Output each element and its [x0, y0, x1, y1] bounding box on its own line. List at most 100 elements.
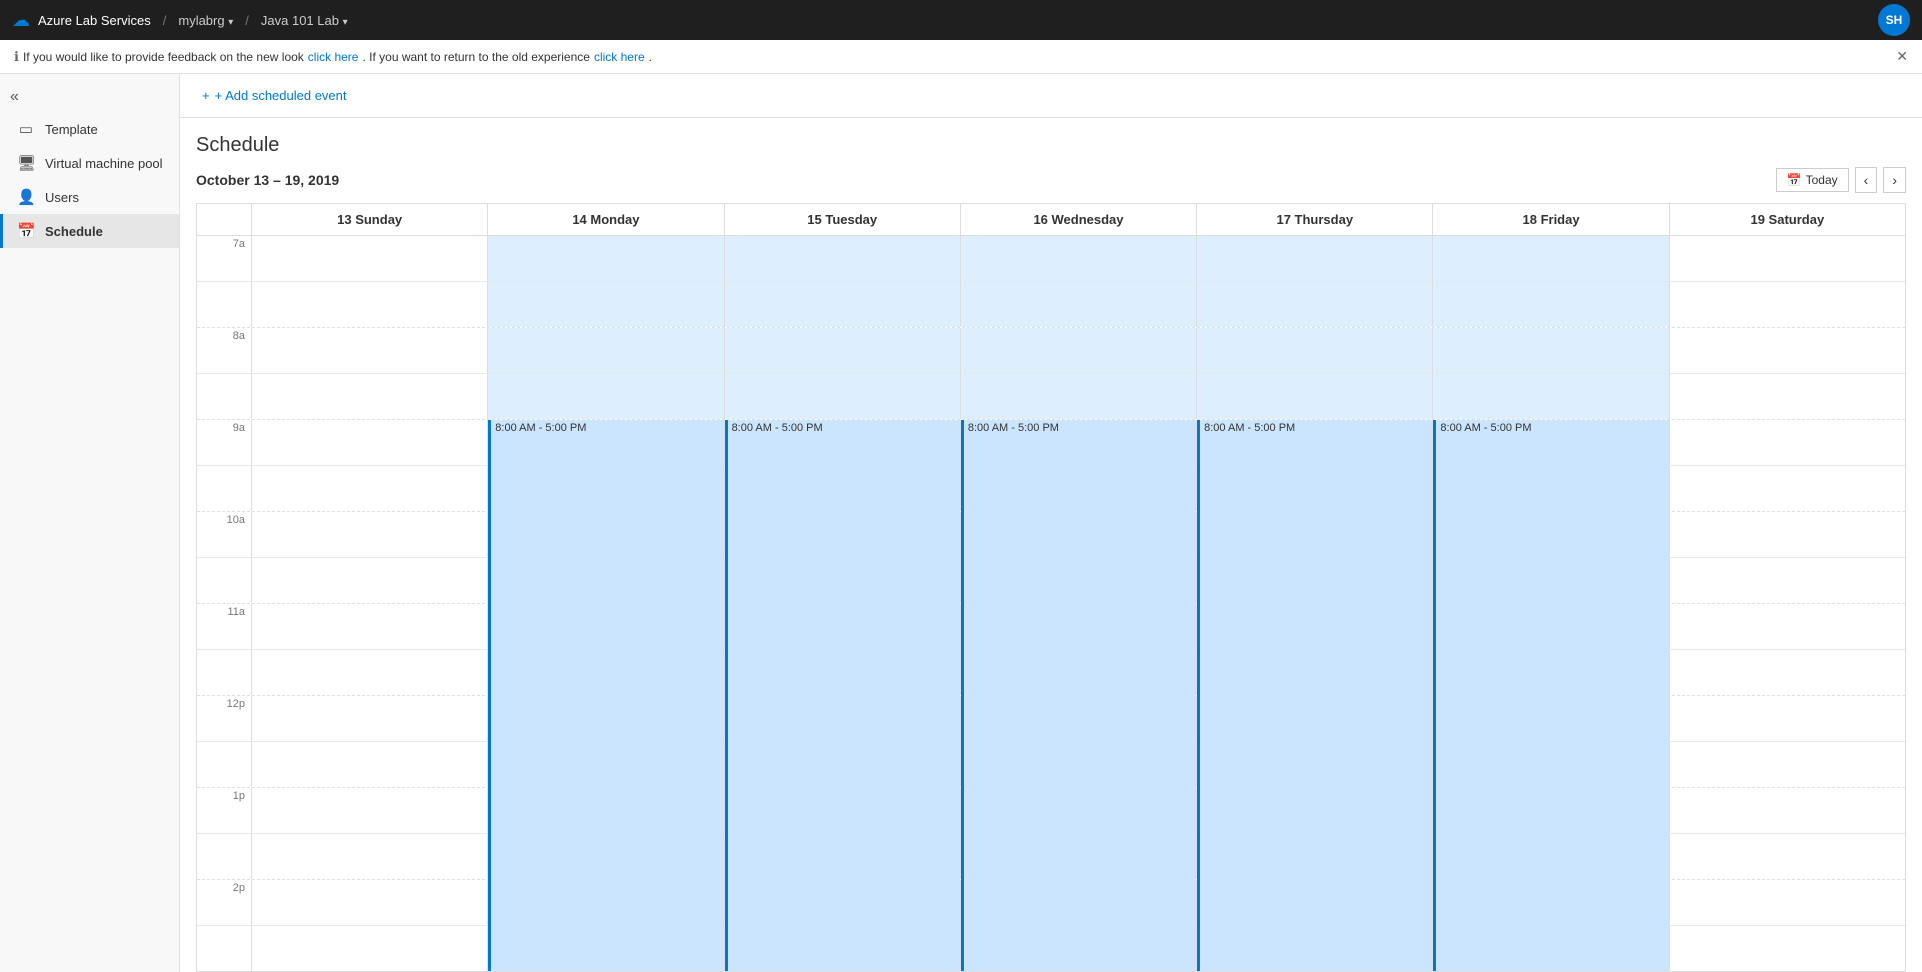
top-nav: ☁ Azure Lab Services / mylabrg ▾ / Java … — [0, 0, 1922, 40]
day-cell[interactable] — [1670, 374, 1905, 419]
day-cell[interactable] — [252, 788, 488, 833]
day-cell[interactable] — [1670, 512, 1905, 557]
day-cell[interactable] — [252, 420, 488, 465]
day-cell[interactable]: 8:00 AM - 5:00 PM — [1433, 420, 1669, 465]
schedule-icon: 📅 — [17, 222, 35, 240]
time-label: 2p — [197, 880, 252, 925]
time-label: 1p — [197, 788, 252, 833]
main-layout: « ▭ Template 🖥 Virtual machine pool 👤 Us… — [0, 74, 1922, 972]
day-cell[interactable]: 8:00 AM - 5:00 PM — [488, 420, 724, 465]
day-cell[interactable] — [1670, 696, 1905, 741]
time-label: 10a — [197, 512, 252, 557]
nav-sep1: / — [163, 13, 167, 28]
day-cell[interactable] — [252, 236, 488, 281]
day-cell[interactable] — [1670, 788, 1905, 833]
day-cell[interactable] — [1197, 328, 1433, 373]
day-cell[interactable] — [1197, 374, 1433, 419]
day-cell[interactable] — [488, 282, 724, 327]
day-cell[interactable] — [488, 328, 724, 373]
today-button[interactable]: 📅 Today — [1776, 168, 1849, 192]
add-scheduled-event-button[interactable]: + + Add scheduled event — [196, 84, 353, 107]
day-cell[interactable] — [1197, 282, 1433, 327]
content-area: + + Add scheduled event Schedule October… — [180, 74, 1922, 972]
day-cell[interactable] — [252, 558, 488, 603]
time-label: 12p — [197, 696, 252, 741]
day-cell[interactable] — [252, 374, 488, 419]
event-block[interactable]: 8:00 AM - 5:00 PM — [488, 420, 723, 972]
day-cell[interactable] — [1670, 236, 1905, 281]
day-cell[interactable] — [1433, 328, 1669, 373]
day-cell[interactable] — [252, 834, 488, 879]
time-label: 8a — [197, 328, 252, 373]
day-cell[interactable] — [961, 374, 1197, 419]
day-cell[interactable] — [488, 374, 724, 419]
avatar[interactable]: SH — [1878, 4, 1910, 36]
info-icon: ℹ — [14, 49, 19, 65]
nav-sep2: / — [245, 13, 249, 28]
day-cell[interactable] — [1670, 420, 1905, 465]
day-cell[interactable] — [252, 604, 488, 649]
day-cell[interactable] — [961, 328, 1197, 373]
day-cell[interactable] — [1670, 834, 1905, 879]
day-cell[interactable] — [252, 512, 488, 557]
sidebar-item-schedule[interactable]: 📅 Schedule — [0, 214, 179, 248]
day-cell[interactable] — [252, 926, 488, 971]
day-cell[interactable] — [1670, 926, 1905, 971]
day-header-16: 16 Wednesday — [961, 204, 1197, 235]
day-cell[interactable] — [961, 236, 1197, 281]
day-cell[interactable] — [1433, 374, 1669, 419]
sidebar-collapse-button[interactable]: « — [0, 82, 179, 112]
day-cell[interactable]: 8:00 AM - 5:00 PM — [1197, 420, 1433, 465]
day-header-19: 19 Saturday — [1670, 204, 1905, 235]
day-cell[interactable] — [252, 650, 488, 695]
feedback-close[interactable]: ✕ — [1896, 48, 1908, 65]
day-cell[interactable] — [252, 282, 488, 327]
day-cell[interactable] — [1197, 236, 1433, 281]
day-cell[interactable] — [1670, 604, 1905, 649]
day-cell[interactable] — [252, 696, 488, 741]
day-cell[interactable] — [252, 466, 488, 511]
day-cell[interactable] — [488, 236, 724, 281]
day-cell[interactable] — [1670, 880, 1905, 925]
time-row: 7a — [197, 236, 1905, 282]
day-cell[interactable] — [1433, 282, 1669, 327]
day-cell[interactable] — [725, 236, 961, 281]
nav-controls: 📅 Today ‹ › — [1776, 167, 1906, 193]
day-cell[interactable] — [725, 374, 961, 419]
event-block[interactable]: 8:00 AM - 5:00 PM — [961, 420, 1196, 972]
nav-mylab[interactable]: mylabrg ▾ — [178, 13, 233, 28]
event-block[interactable]: 8:00 AM - 5:00 PM — [1433, 420, 1668, 972]
day-cell[interactable] — [1670, 650, 1905, 695]
day-cell[interactable] — [252, 880, 488, 925]
users-icon: 👤 — [17, 188, 35, 206]
day-cell[interactable] — [1670, 466, 1905, 511]
sidebar: « ▭ Template 🖥 Virtual machine pool 👤 Us… — [0, 74, 180, 972]
schedule-nav: October 13 – 19, 2019 📅 Today ‹ › — [196, 167, 1906, 193]
event-block[interactable]: 8:00 AM - 5:00 PM — [725, 420, 960, 972]
sidebar-item-users[interactable]: 👤 Users — [0, 180, 179, 214]
day-cell[interactable] — [252, 742, 488, 787]
next-week-button[interactable]: › — [1883, 167, 1906, 193]
time-label — [197, 282, 252, 327]
nav-lab[interactable]: Java 101 Lab ▾ — [261, 13, 348, 28]
feedback-link1[interactable]: click here — [308, 50, 359, 64]
calendar-wrapper[interactable]: 13 Sunday 14 Monday 15 Tuesday 16 Wednes… — [196, 203, 1906, 972]
event-block[interactable]: 8:00 AM - 5:00 PM — [1197, 420, 1432, 972]
day-cell[interactable] — [252, 328, 488, 373]
day-cell[interactable] — [1670, 328, 1905, 373]
day-cell[interactable]: 8:00 AM - 5:00 PM — [961, 420, 1197, 465]
calendar-icon: 📅 — [1787, 173, 1802, 187]
feedback-link2[interactable]: click here — [594, 50, 645, 64]
prev-week-button[interactable]: ‹ — [1855, 167, 1878, 193]
sidebar-item-template[interactable]: ▭ Template — [0, 112, 179, 146]
day-cell[interactable]: 8:00 AM - 5:00 PM — [725, 420, 961, 465]
brand-icon: ☁ — [12, 10, 30, 31]
day-cell[interactable] — [725, 282, 961, 327]
day-cell[interactable] — [961, 282, 1197, 327]
day-cell[interactable] — [1670, 742, 1905, 787]
sidebar-item-vm-pool[interactable]: 🖥 Virtual machine pool — [0, 146, 179, 180]
day-cell[interactable] — [725, 328, 961, 373]
day-cell[interactable] — [1433, 236, 1669, 281]
day-cell[interactable] — [1670, 282, 1905, 327]
day-cell[interactable] — [1670, 558, 1905, 603]
